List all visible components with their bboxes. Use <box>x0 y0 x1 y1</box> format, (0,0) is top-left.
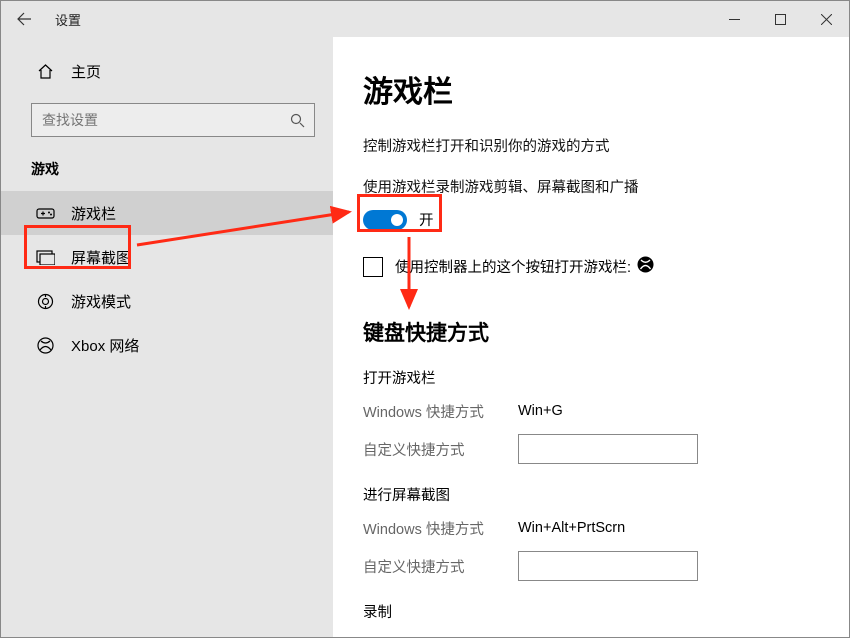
shortcut-title: 录制 <box>363 601 849 622</box>
titlebar: 设置 <box>1 1 849 37</box>
gamemode-icon <box>35 293 55 310</box>
back-button[interactable] <box>1 11 47 27</box>
page-heading: 游戏栏 <box>363 67 849 111</box>
shortcut-group-record: 录制 Windows 快捷方式 Win+Alt+G <box>363 601 849 637</box>
section-label: 游戏 <box>1 155 333 191</box>
sidebar-item-label: Xbox 网络 <box>71 335 139 356</box>
home-label: 主页 <box>71 61 101 82</box>
shortcut-win-value: Win+G <box>518 403 563 419</box>
sidebar-item-gamebar[interactable]: 游戏栏 <box>1 191 333 235</box>
sidebar: 主页 游戏 游戏栏 屏幕截图 <box>1 37 333 637</box>
page-desc: 控制游戏栏打开和识别你的游戏的方式 <box>363 135 849 156</box>
sidebar-item-gamemode[interactable]: 游戏模式 <box>1 279 333 323</box>
toggle-knob <box>391 214 403 226</box>
checkbox-label: 使用控制器上的这个按钮打开游戏栏: <box>395 256 631 277</box>
close-icon <box>821 14 832 25</box>
sidebar-item-label: 游戏模式 <box>71 291 131 312</box>
window-title: 设置 <box>55 10 81 29</box>
settings-window: 设置 主页 游戏 <box>0 0 850 638</box>
main-panel: 游戏栏 控制游戏栏打开和识别你的游戏的方式 使用游戏栏录制游戏剪辑、屏幕截图和广… <box>333 37 849 637</box>
shortcut-title: 进行屏幕截图 <box>363 484 849 505</box>
search-input[interactable] <box>32 112 280 128</box>
sidebar-item-xbox[interactable]: Xbox 网络 <box>1 323 333 367</box>
shortcut-win-label: Windows 快捷方式 <box>363 635 518 638</box>
sidebar-item-label: 游戏栏 <box>71 203 116 224</box>
maximize-button[interactable] <box>757 1 803 37</box>
shortcut-group-open: 打开游戏栏 Windows 快捷方式 Win+G 自定义快捷方式 <box>363 367 849 464</box>
shortcut-group-screenshot: 进行屏幕截图 Windows 快捷方式 Win+Alt+PrtScrn 自定义快… <box>363 484 849 581</box>
shortcut-win-label: Windows 快捷方式 <box>363 518 518 539</box>
search-box[interactable] <box>31 103 315 137</box>
toggle-label: 开 <box>419 209 434 230</box>
minimize-icon <box>729 14 740 25</box>
minimize-button[interactable] <box>711 1 757 37</box>
sidebar-item-label: 屏幕截图 <box>71 247 131 268</box>
xbox-button-icon <box>637 256 654 277</box>
shortcut-custom-input[interactable] <box>518 434 698 464</box>
captures-icon <box>35 250 55 265</box>
shortcut-custom-label: 自定义快捷方式 <box>363 556 518 577</box>
gamebar-toggle[interactable] <box>363 210 407 230</box>
shortcut-win-label: Windows 快捷方式 <box>363 401 518 422</box>
toggle-desc: 使用游戏栏录制游戏剪辑、屏幕截图和广播 <box>363 176 849 197</box>
shortcut-custom-label: 自定义快捷方式 <box>363 439 518 460</box>
xbox-icon <box>35 337 55 354</box>
back-arrow-icon <box>16 11 32 27</box>
shortcut-title: 打开游戏栏 <box>363 367 849 388</box>
shortcut-win-value: Win+Alt+PrtScrn <box>518 520 625 536</box>
controller-checkbox[interactable] <box>363 257 383 277</box>
sidebar-item-captures[interactable]: 屏幕截图 <box>1 235 333 279</box>
search-icon <box>280 113 314 128</box>
home-link[interactable]: 主页 <box>1 51 333 91</box>
shortcut-custom-input[interactable] <box>518 551 698 581</box>
shortcuts-heading: 键盘快捷方式 <box>363 317 849 347</box>
gamebar-icon <box>35 206 55 221</box>
maximize-icon <box>775 14 786 25</box>
close-button[interactable] <box>803 1 849 37</box>
home-icon <box>35 63 55 80</box>
